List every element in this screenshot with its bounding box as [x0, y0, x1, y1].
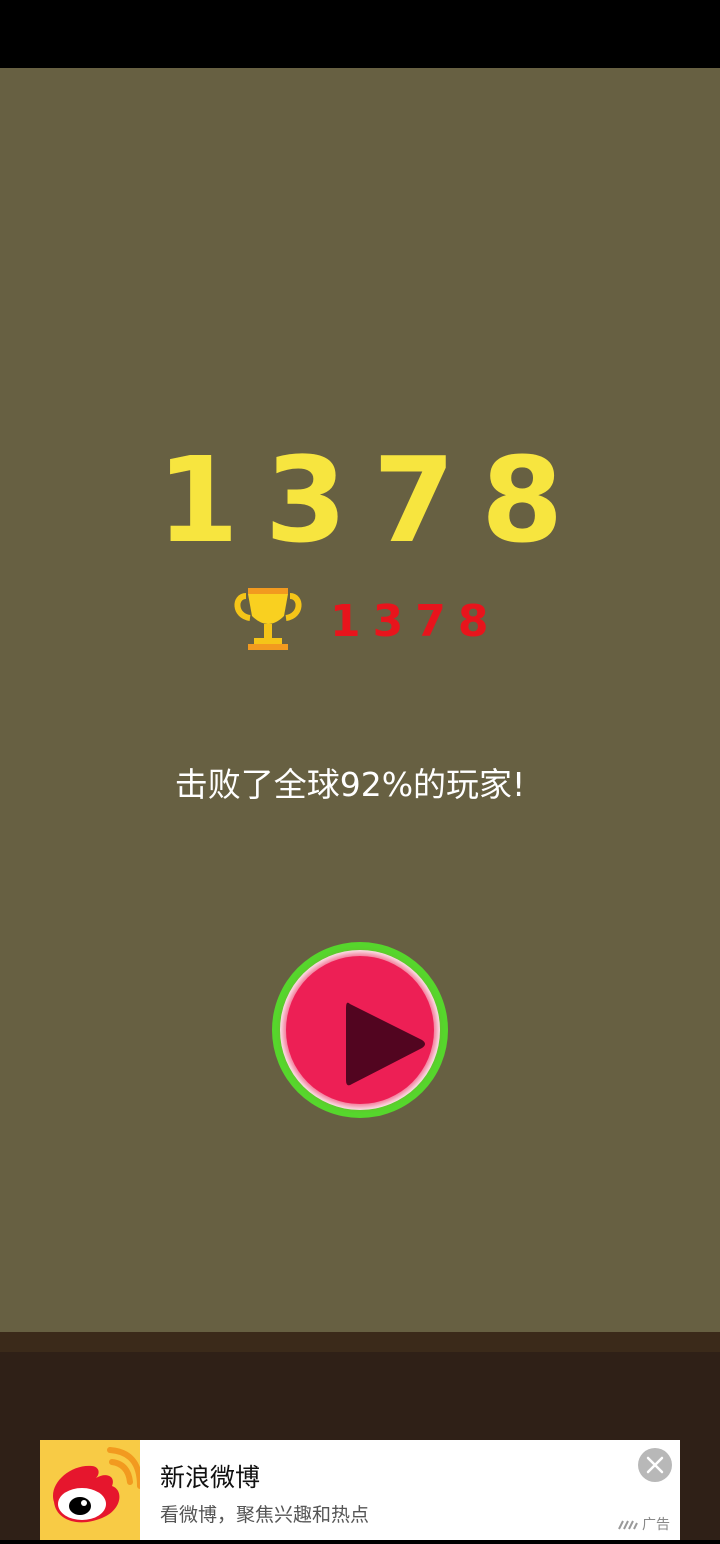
best-score: 1378 [330, 596, 501, 647]
close-icon [646, 1456, 664, 1474]
ad-network-icon [618, 1520, 638, 1530]
ad-logo[interactable] [40, 1440, 143, 1540]
ad-title[interactable]: 新浪微博 [160, 1458, 260, 1494]
final-score: 1378 [156, 431, 590, 569]
play-icon [346, 1002, 425, 1086]
ad-description[interactable]: 看微博，聚焦兴趣和热点 [160, 1500, 369, 1527]
ad-badge: 广告 [618, 1514, 678, 1534]
weibo-icon [52, 1447, 143, 1523]
ad-close-button[interactable] [638, 1448, 672, 1482]
game-over-screen [0, 68, 720, 1332]
best-score-row: 1378 [232, 586, 492, 654]
replay-button-core [286, 956, 434, 1104]
trophy-icon [234, 588, 302, 650]
rank-message: 击败了全球92%的玩家! [174, 765, 526, 804]
ad-banner[interactable]: 新浪微博 看微博，聚焦兴趣和热点 广告 [40, 1440, 680, 1540]
floor-edge [0, 1332, 720, 1352]
status-bar [0, 0, 720, 68]
ad-badge-label: 广告 [642, 1517, 670, 1533]
replay-button[interactable] [272, 942, 448, 1118]
